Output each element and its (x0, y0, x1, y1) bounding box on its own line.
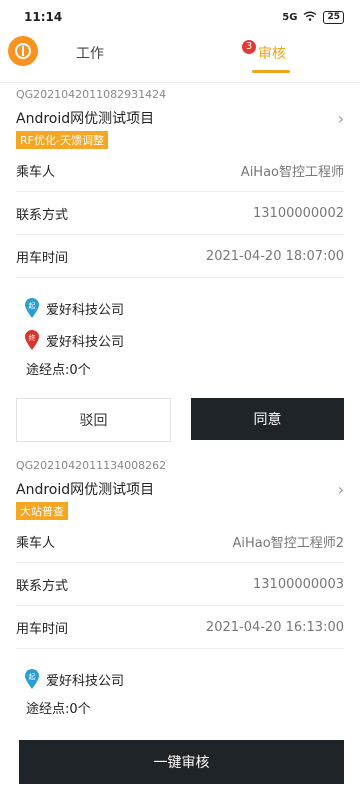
passenger-label: 乘车人 (16, 164, 56, 180)
approve-button[interactable]: 同意 (191, 398, 344, 440)
time-row: 用车时间 2021-04-20 18:07:00 (16, 235, 344, 278)
card-actions: 驳回 同意 (16, 390, 344, 454)
signal-icon: 5G (282, 11, 298, 23)
project-name: Android网优测试项目 (16, 111, 155, 127)
project-row[interactable]: Android网优测试项目 › (16, 108, 344, 128)
project-row[interactable]: Android网优测试项目 › (16, 479, 344, 499)
time-row: 用车时间 2021-04-20 16:13:00 (16, 606, 344, 649)
contact-label: 联系方式 (16, 578, 69, 594)
battery-icon: 25 (323, 10, 344, 24)
contact-value: 13100000002 (253, 205, 344, 221)
time-value: 2021-04-20 18:07:00 (205, 248, 344, 264)
chevron-right-icon[interactable]: › (338, 480, 344, 499)
passenger-row: 乘车人 AiHao智控工程师 (16, 149, 344, 192)
project-tag: 大站普查 (16, 502, 68, 520)
review-card: QG2021042011082931424 Android网优测试项目 › RF… (0, 83, 360, 454)
tab-review[interactable]: 审核 (258, 43, 286, 63)
status-bar: 11:14 5G 25 (0, 0, 360, 34)
end-pin-text: 终 (29, 333, 36, 342)
batch-review-button[interactable]: 一键审核 (19, 740, 344, 784)
contact-row: 联系方式 13100000003 (16, 563, 344, 606)
project-tag: RF优化-天馈调整 (16, 131, 108, 149)
start-location: 起 爱好科技公司 (16, 663, 344, 695)
order-id: QG2021042011134008262 (16, 459, 167, 472)
contact-value: 13100000003 (253, 576, 344, 592)
header: 工作 3 审核 (0, 34, 360, 83)
review-card: QG2021042011134008262 Android网优测试项目 › 大站… (0, 454, 360, 729)
end-location-text: 爱好科技公司 (46, 334, 125, 350)
start-pin-text: 起 (29, 302, 36, 310)
contact-row: 联系方式 13100000002 (16, 192, 344, 235)
tab-work[interactable]: 工作 (76, 43, 104, 63)
start-location: 起 爱好科技公司 (16, 292, 344, 324)
chevron-right-icon[interactable]: › (338, 109, 344, 128)
logo-icon (8, 36, 38, 66)
wifi-icon (303, 11, 317, 24)
time-value: 2021-04-20 16:13:00 (205, 619, 344, 635)
location-block: 起 爱好科技公司 途经点:0个 (16, 649, 344, 729)
via-points: 途经点:0个 (26, 702, 91, 717)
review-list: QG2021042011082931424 Android网优测试项目 › RF… (0, 83, 360, 729)
status-icons: 5G 25 (282, 10, 344, 24)
end-location: 终 爱好科技公司 (16, 324, 344, 356)
end-pin-icon: 终 (24, 330, 40, 350)
status-time: 11:14 (24, 10, 63, 24)
passenger-label: 乘车人 (16, 535, 56, 551)
passenger-value: AiHao智控工程师2 (232, 535, 344, 551)
reject-button[interactable]: 驳回 (16, 398, 171, 442)
start-location-text: 爱好科技公司 (46, 302, 125, 318)
start-pin-icon: 起 (24, 669, 40, 689)
location-block: 起 爱好科技公司 终 爱好科技公司 途经点:0个 (16, 278, 344, 390)
start-pin-icon: 起 (24, 298, 40, 318)
contact-label: 联系方式 (16, 207, 69, 223)
passenger-value: AiHao智控工程师 (240, 164, 344, 180)
passenger-row: 乘车人 AiHao智控工程师2 (16, 520, 344, 563)
via-points: 途经点:0个 (26, 363, 91, 378)
start-pin-text: 起 (29, 673, 36, 681)
start-location-text: 爱好科技公司 (46, 673, 125, 689)
time-label: 用车时间 (16, 250, 69, 266)
order-id: QG2021042011082931424 (16, 88, 167, 101)
project-name: Android网优测试项目 (16, 482, 155, 498)
time-label: 用车时间 (16, 621, 69, 637)
review-badge: 3 (242, 40, 256, 54)
tab-review-underline (252, 70, 290, 73)
